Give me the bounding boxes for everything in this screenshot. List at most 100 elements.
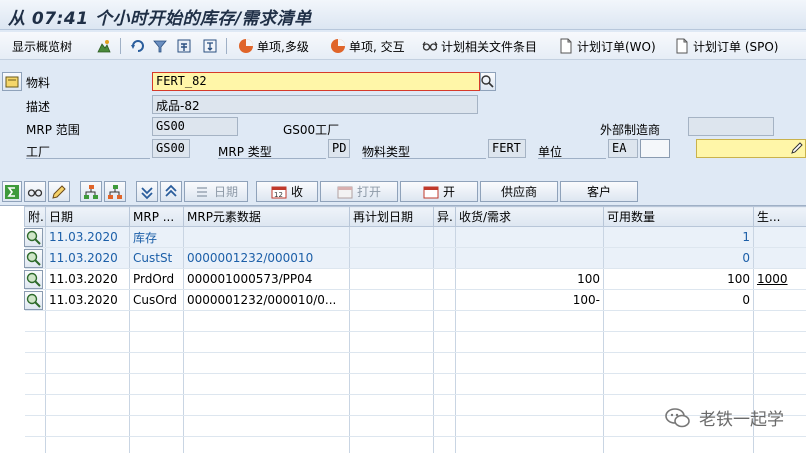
column-header[interactable]: MRP ...: [129, 206, 184, 227]
mrp-element-cell: 库存: [129, 226, 184, 248]
material-field[interactable]: FERT_82: [152, 72, 480, 91]
mrp-area-text: GS00工厂: [283, 123, 340, 137]
table-row[interactable]: 11.03.2020 CustSt 0000001232/000010 0: [24, 247, 806, 269]
window-title: 从 07:41 个小时开始的库存/需求清单: [8, 9, 312, 29]
material-type-underline: [362, 158, 486, 159]
sort-button[interactable]: [202, 36, 218, 56]
multilevel-button[interactable]: 单项,多级: [238, 36, 309, 56]
table-row[interactable]: 11.03.2020 PrdOrd 000001000573/PP04 100 …: [24, 268, 806, 290]
material-toggle-button[interactable]: [2, 72, 22, 91]
sum-button[interactable]: [2, 181, 22, 202]
open-button-label: 打开: [356, 185, 381, 199]
column-header[interactable]: 生...: [753, 206, 806, 227]
open-button[interactable]: 打开: [320, 181, 398, 202]
receipt-requirement-cell: 100: [455, 268, 604, 290]
row-detail-button[interactable]: [24, 270, 43, 289]
glasses-button[interactable]: [24, 181, 46, 202]
customer-button-label: 客户: [586, 185, 611, 199]
exception-cell: [433, 247, 456, 269]
hierarchy-icon: [107, 184, 123, 200]
document-icon: [558, 38, 574, 54]
show-overview-tree-button[interactable]: 显示概览树: [12, 36, 72, 56]
magnifier-icon: [25, 271, 41, 287]
row-detail-button[interactable]: [24, 291, 43, 310]
available-qty-cell: 0: [603, 247, 754, 269]
chevron-up-icon: [163, 184, 179, 200]
unit-extra-field[interactable]: [640, 139, 670, 158]
planning-file-entries-label: 计划相关文件条目: [441, 39, 538, 54]
column-header[interactable]: MRP元素数据: [183, 206, 350, 227]
material-search-button[interactable]: [480, 72, 496, 91]
column-header[interactable]: 附.: [24, 206, 46, 227]
collapse-structure-button[interactable]: [104, 181, 126, 202]
mrp-element-cell: CustSt: [129, 247, 184, 269]
customer-button[interactable]: 客户: [560, 181, 638, 202]
material-type-field: FERT: [488, 139, 526, 158]
sum-icon: [4, 184, 20, 200]
open2-button[interactable]: 开: [400, 181, 478, 202]
refresh-button[interactable]: [130, 36, 146, 56]
table-row[interactable]: 11.03.2020 CusOrd 0000001232/000010/0...…: [24, 289, 806, 311]
reschedule-cell: [349, 226, 434, 248]
magnifier-icon: [25, 250, 41, 266]
sort-icon: [202, 38, 218, 54]
expand-structure-button[interactable]: [80, 181, 102, 202]
planned-order-wo-button[interactable]: 计划订单(WO): [558, 36, 656, 56]
planning-file-entries-button[interactable]: 计划相关文件条目: [422, 36, 537, 56]
date-button[interactable]: 日期: [184, 181, 248, 202]
receipts-button[interactable]: 12 收: [256, 181, 318, 202]
plant-field: GS00: [152, 139, 190, 158]
show-overview-tree-label: 显示概览树: [12, 39, 73, 54]
tree-button[interactable]: [96, 36, 112, 56]
unit-field: EA: [608, 139, 638, 158]
element-data-cell: [183, 226, 350, 248]
date-cell: 11.03.2020: [45, 247, 130, 269]
reschedule-cell: [349, 268, 434, 290]
date-cell: 11.03.2020: [45, 289, 130, 311]
wechat-icon: [665, 407, 691, 429]
magnifier-icon: [25, 229, 41, 245]
filter-icon: [152, 38, 168, 54]
column-header[interactable]: 再计划日期: [349, 206, 434, 227]
edit-icon[interactable]: [790, 141, 806, 157]
planned-order-spo-button[interactable]: 计划订单 (SPO): [674, 36, 778, 56]
production-link[interactable]: 1000: [753, 268, 806, 290]
exception-cell: [433, 226, 456, 248]
toolbar-separator: [120, 38, 121, 54]
tree-icon: [96, 38, 112, 54]
list-icon: [194, 184, 210, 200]
date-cell: 11.03.2020: [45, 268, 130, 290]
mrp-type-field: PD: [328, 139, 350, 158]
vendor-button[interactable]: 供应商: [480, 181, 558, 202]
table-row[interactable]: 11.03.2020 库存 1: [24, 226, 806, 248]
scroll-up-button[interactable]: [160, 181, 182, 202]
svg-text:12: 12: [274, 191, 283, 199]
table-row: [24, 331, 806, 353]
edit-button[interactable]: [48, 181, 70, 202]
scroll-down-button[interactable]: [136, 181, 158, 202]
exception-cell: [433, 268, 456, 290]
receipt-requirement-cell: 100-: [455, 289, 604, 311]
row-detail-button[interactable]: [24, 249, 43, 268]
pencil-icon: [51, 184, 67, 200]
settings-button[interactable]: [176, 36, 192, 56]
glasses-icon: [422, 38, 438, 54]
column-header[interactable]: 异.: [433, 206, 456, 227]
toggle-header-icon: [4, 74, 20, 90]
interactive-icon: [330, 38, 346, 54]
date-button-label: 日期: [213, 185, 238, 199]
watermark-text: 老铁一起学: [699, 410, 784, 430]
filter-button[interactable]: [152, 36, 168, 56]
mrp-type-underline: [218, 158, 326, 159]
unit-underline: [538, 158, 606, 159]
column-header[interactable]: 日期: [45, 206, 130, 227]
column-header[interactable]: 收货/需求: [455, 206, 604, 227]
row-detail-button[interactable]: [24, 228, 43, 247]
interactive-button[interactable]: 单项, 交互: [330, 36, 405, 56]
external-manufacturer-label: 外部制造商: [600, 123, 661, 137]
hierarchy-icon: [83, 184, 99, 200]
column-header[interactable]: 可用数量: [603, 206, 754, 227]
chevron-down-icon: [139, 184, 155, 200]
production-cell: [753, 289, 806, 311]
table-header: 附. 日期 MRP ... MRP元素数据 再计划日期 异. 收货/需求 可用数…: [24, 206, 806, 227]
